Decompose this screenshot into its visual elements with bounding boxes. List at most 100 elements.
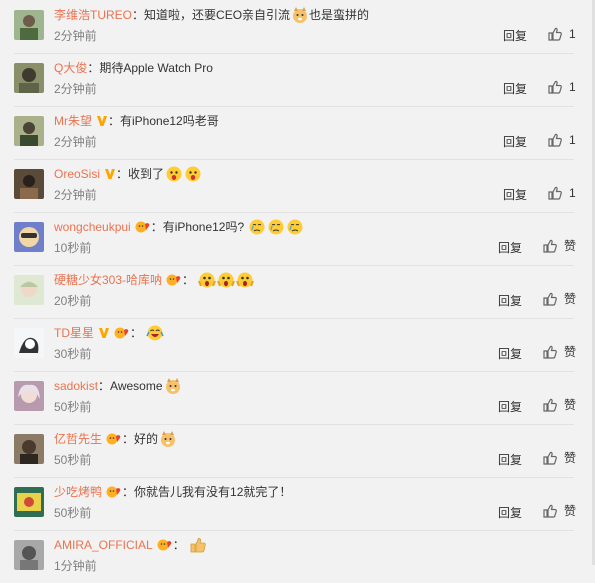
username-link[interactable]: OreoSisi xyxy=(54,163,100,185)
like-button[interactable]: 1 xyxy=(547,132,576,148)
reply-button[interactable]: 回复 xyxy=(498,240,522,256)
separator: ： xyxy=(172,538,185,552)
avatar[interactable] xyxy=(14,434,44,464)
separator: ： xyxy=(150,220,163,234)
reply-button[interactable]: 回复 xyxy=(498,399,522,415)
comment-line: AMIRA_OFFICIAL ： xyxy=(54,534,207,556)
like-label: 赞 xyxy=(564,504,577,518)
comment-time: 50秒前 xyxy=(54,400,92,414)
username-link[interactable]: 少吃烤鸭 xyxy=(54,481,102,503)
thumbs-up-icon xyxy=(548,27,562,41)
comment-text-tail: 也是蛮拼的 xyxy=(309,8,370,22)
like-label: 赞 xyxy=(564,345,577,359)
comment-time: 2分钟前 xyxy=(54,188,97,202)
shocked-face-emoji-icon xyxy=(185,166,201,182)
reply-button[interactable]: 回复 xyxy=(498,293,522,309)
laugh-cry-emoji-icon xyxy=(146,325,164,341)
comment-item: 亿哲先生 ： 好的 50秒前 回复 赞 xyxy=(14,424,576,478)
comment-text: Awesome xyxy=(110,379,163,393)
like-count: 1 xyxy=(569,27,576,41)
avatar[interactable] xyxy=(14,381,44,411)
username-link[interactable]: sadokist xyxy=(54,375,98,397)
avatar[interactable] xyxy=(14,169,44,199)
fan-badge-icon xyxy=(166,274,181,286)
fan-badge-icon xyxy=(135,221,149,233)
comment-time: 30秒前 xyxy=(54,347,92,361)
separator: ： xyxy=(116,167,129,181)
comment-line: sadokist ： Awesome xyxy=(54,375,182,397)
username-link[interactable]: Mr朱望 xyxy=(54,110,92,132)
username-link[interactable]: 硬糖少女303-哈库呐 xyxy=(54,269,162,291)
avatar[interactable] xyxy=(14,328,44,358)
separator: ： xyxy=(182,273,195,287)
avatar[interactable] xyxy=(14,116,44,146)
separator: ： xyxy=(87,61,100,75)
username-link[interactable]: Q大俊 xyxy=(54,57,87,79)
like-button[interactable]: 赞 xyxy=(542,450,576,466)
reply-button[interactable]: 回复 xyxy=(498,452,522,468)
username-link[interactable]: AMIRA_OFFICIAL xyxy=(54,534,153,556)
like-button[interactable]: 1 xyxy=(547,79,576,95)
thumbs-up-icon xyxy=(543,239,557,253)
like-button[interactable]: 赞 xyxy=(542,503,576,519)
like-label: 赞 xyxy=(564,292,577,306)
comment-item: Mr朱望 ： 有iPhone12吗老哥 2分钟前 回复 1 xyxy=(14,106,576,160)
comment-text: 知道啦，还要CEO亲自引流 xyxy=(144,8,291,22)
separator: ： xyxy=(122,485,135,499)
comment-line: TD星星 ： xyxy=(54,322,164,344)
avatar[interactable] xyxy=(14,487,44,517)
reply-button[interactable]: 回复 xyxy=(498,505,522,521)
comment-text: 期待Apple Watch Pro xyxy=(99,61,213,75)
username-link[interactable]: 李维浩TUREO xyxy=(54,4,132,26)
username-link[interactable]: TD星星 xyxy=(54,322,94,344)
comment-text: 有iPhone12吗老哥 xyxy=(120,114,219,128)
reply-button[interactable]: 回复 xyxy=(503,187,527,203)
verified-v-icon xyxy=(105,169,116,179)
avatar[interactable] xyxy=(14,222,44,252)
doge-emoji-icon xyxy=(161,431,176,447)
comment-item: sadokist ： Awesome 50秒前 回复 赞 xyxy=(14,371,576,425)
thumbs-up-icon xyxy=(548,133,562,147)
like-button[interactable]: 1 xyxy=(547,185,576,201)
verified-v-icon xyxy=(97,116,107,126)
comment-item: 少吃烤鸭 ： 你就告儿我有没有12就完了！ 50秒前 回复 赞 xyxy=(14,477,576,531)
separator: ： xyxy=(122,432,135,446)
reply-button[interactable]: 回复 xyxy=(503,28,527,44)
avatar[interactable] xyxy=(14,275,44,305)
comment-line: 硬糖少女303-哈库呐 ： xyxy=(54,269,254,291)
shocked-face-emoji-icon xyxy=(166,166,182,182)
verified-v-icon xyxy=(99,328,109,338)
comment-line: 李维浩TUREO ： 知道啦，还要CEO亲自引流 也是蛮拼的 xyxy=(54,4,369,26)
comment-time: 10秒前 xyxy=(54,241,92,255)
like-count: 1 xyxy=(569,186,576,200)
comment-line: wongcheukpui ： 有iPhone12吗? xyxy=(54,216,304,238)
like-button[interactable]: 赞 xyxy=(542,397,576,413)
thumbs-up-icon xyxy=(548,186,562,200)
reply-button[interactable]: 回复 xyxy=(503,81,527,97)
doge-emoji-icon xyxy=(293,7,308,23)
reply-button[interactable]: 回复 xyxy=(498,346,522,362)
thumbs-up-icon xyxy=(543,345,557,359)
avatar[interactable] xyxy=(14,63,44,93)
separator: ： xyxy=(98,379,111,393)
username-link[interactable]: wongcheukpui xyxy=(54,216,131,238)
crying-face-emoji-icon xyxy=(249,219,265,235)
comment-text: 有iPhone12吗? xyxy=(162,220,245,234)
fan-badge-icon xyxy=(106,433,121,445)
separator: ： xyxy=(130,326,143,340)
like-label: 赞 xyxy=(564,398,577,412)
comment-item: 硬糖少女303-哈库呐 ： 20秒前 回复 赞 xyxy=(14,265,576,319)
reply-button[interactable]: 回复 xyxy=(503,134,527,150)
like-button[interactable]: 赞 xyxy=(542,291,576,307)
comment-list: 李维浩TUREO ： 知道啦，还要CEO亲自引流 也是蛮拼的 2分钟前 回复 1… xyxy=(0,0,595,573)
avatar[interactable] xyxy=(14,10,44,40)
like-label: 赞 xyxy=(564,239,577,253)
like-button[interactable]: 赞 xyxy=(542,238,576,254)
comment-text: 好的 xyxy=(134,432,159,446)
like-button[interactable]: 1 xyxy=(547,26,576,42)
doge-emoji-icon xyxy=(165,378,180,394)
username-link[interactable]: 亿哲先生 xyxy=(54,428,102,450)
avatar[interactable] xyxy=(14,540,44,570)
thumbs-up-icon xyxy=(543,398,557,412)
like-button[interactable]: 赞 xyxy=(542,344,576,360)
